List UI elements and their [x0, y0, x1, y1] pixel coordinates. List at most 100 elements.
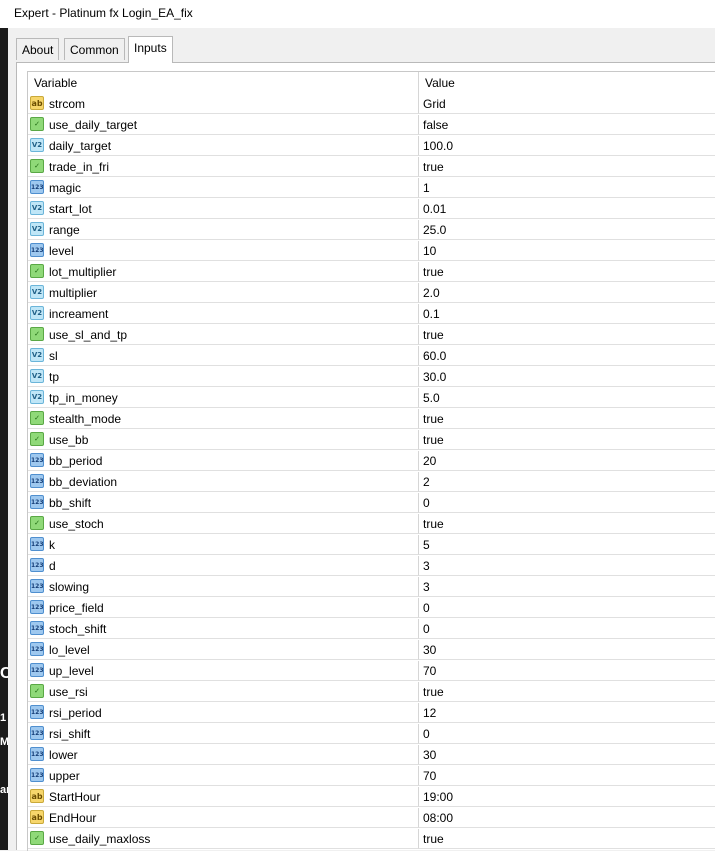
value-cell[interactable]: 25.0	[419, 220, 715, 240]
variable-cell: ✓ use_rsi	[28, 682, 419, 702]
table-row[interactable]: 123 price_field 0	[28, 598, 715, 619]
variable-name: use_stoch	[49, 517, 104, 531]
value-cell[interactable]: 70	[419, 661, 715, 681]
table-row[interactable]: ab strcom Grid	[28, 94, 715, 115]
value-cell[interactable]: true	[419, 157, 715, 177]
table-row[interactable]: 123 bb_period 20	[28, 451, 715, 472]
window-title: Expert - Platinum fx Login_EA_fix	[14, 6, 193, 20]
value-cell[interactable]: 2	[419, 472, 715, 492]
table-row[interactable]: ab StartHour 19:00	[28, 787, 715, 808]
int-type-icon: 123	[30, 243, 44, 257]
table-row[interactable]: 123 level 10	[28, 241, 715, 262]
value-cell[interactable]: 2.0	[419, 283, 715, 303]
variable-name: sl	[49, 349, 58, 363]
column-header-value[interactable]: Value	[419, 72, 715, 94]
variable-cell: ✓ use_bb	[28, 430, 419, 450]
column-header-variable[interactable]: Variable	[28, 72, 419, 94]
table-row[interactable]: 123 lower 30	[28, 745, 715, 766]
value-cell[interactable]: 10	[419, 241, 715, 261]
table-row[interactable]: ✓ use_bb true	[28, 430, 715, 451]
variable-name: increament	[49, 307, 109, 321]
value-cell[interactable]: 0.01	[419, 199, 715, 219]
value-cell[interactable]: true	[419, 682, 715, 702]
table-row[interactable]: V2 multiplier 2.0	[28, 283, 715, 304]
value-cell[interactable]: 30	[419, 745, 715, 765]
table-row[interactable]: ✓ use_daily_maxloss true	[28, 829, 715, 850]
value-cell[interactable]: 70	[419, 766, 715, 786]
table-row[interactable]: V2 tp_in_money 5.0	[28, 388, 715, 409]
table-row[interactable]: 123 rsi_shift 0	[28, 724, 715, 745]
value-cell[interactable]: 3	[419, 556, 715, 576]
value-cell[interactable]: true	[419, 325, 715, 345]
double-type-icon: V2	[30, 369, 44, 383]
table-row[interactable]: 123 up_level 70	[28, 661, 715, 682]
table-row[interactable]: ab EndHour 08:00	[28, 808, 715, 829]
table-row[interactable]: V2 range 25.0	[28, 220, 715, 241]
variable-name: lower	[49, 748, 78, 762]
table-row[interactable]: 123 rsi_period 12	[28, 703, 715, 724]
value-cell[interactable]: 5	[419, 535, 715, 555]
variable-name: slowing	[49, 580, 90, 594]
tab-about[interactable]: About	[16, 38, 60, 60]
table-row[interactable]: ✓ use_rsi true	[28, 682, 715, 703]
value-cell[interactable]: true	[419, 409, 715, 429]
table-row[interactable]: 123 k 5	[28, 535, 715, 556]
value-cell[interactable]: 5.0	[419, 388, 715, 408]
value-cell[interactable]: 100.0	[419, 136, 715, 156]
value-cell[interactable]: 60.0	[419, 346, 715, 366]
value-cell[interactable]: 30.0	[419, 367, 715, 387]
table-row[interactable]: ✓ use_stoch true	[28, 514, 715, 535]
value-cell[interactable]: 0	[419, 493, 715, 513]
table-row[interactable]: 123 lo_level 30	[28, 640, 715, 661]
value-cell[interactable]: 30	[419, 640, 715, 660]
value-cell[interactable]: 3	[419, 577, 715, 597]
variable-name: use_rsi	[49, 685, 88, 699]
value-cell[interactable]: false	[419, 115, 715, 135]
table-row[interactable]: V2 daily_target 100.0	[28, 136, 715, 157]
int-type-icon: 123	[30, 537, 44, 551]
variable-name: bb_period	[49, 454, 103, 468]
table-row[interactable]: 123 stoch_shift 0	[28, 619, 715, 640]
table-row[interactable]: 123 upper 70	[28, 766, 715, 787]
table-row[interactable]: 123 bb_deviation 2	[28, 472, 715, 493]
variable-cell: 123 rsi_period	[28, 703, 419, 723]
table-row[interactable]: ✓ trade_in_fri true	[28, 157, 715, 178]
int-type-icon: 123	[30, 600, 44, 614]
value-cell[interactable]: Grid	[419, 94, 715, 114]
value-cell[interactable]: true	[419, 430, 715, 450]
tab-common[interactable]: Common	[64, 38, 125, 60]
table-row[interactable]: ✓ lot_multiplier true	[28, 262, 715, 283]
table-row[interactable]: V2 increament 0.1	[28, 304, 715, 325]
table-row[interactable]: ✓ use_daily_target false	[28, 115, 715, 136]
value-cell[interactable]: true	[419, 262, 715, 282]
background-window-edge: Re C 1 M ar	[0, 0, 8, 850]
table-row[interactable]: ✓ use_sl_and_tp true	[28, 325, 715, 346]
variable-name: use_sl_and_tp	[49, 328, 128, 342]
value-cell[interactable]: 0	[419, 724, 715, 744]
value-cell[interactable]: true	[419, 514, 715, 534]
value-cell[interactable]: 08:00	[419, 808, 715, 828]
value-cell[interactable]: 1	[419, 178, 715, 198]
table-row[interactable]: V2 start_lot 0.01	[28, 199, 715, 220]
table-row[interactable]: V2 sl 60.0	[28, 346, 715, 367]
variable-cell: ✓ use_stoch	[28, 514, 419, 534]
string-type-icon: ab	[30, 96, 44, 110]
value-cell[interactable]: 20	[419, 451, 715, 471]
value-cell[interactable]: 12	[419, 703, 715, 723]
value-cell[interactable]: 19:00	[419, 787, 715, 807]
value-cell[interactable]: 0.1	[419, 304, 715, 324]
table-row[interactable]: 123 slowing 3	[28, 577, 715, 598]
value-cell[interactable]: 0	[419, 598, 715, 618]
table-row[interactable]: V2 tp 30.0	[28, 367, 715, 388]
table-row[interactable]: 123 magic 1	[28, 178, 715, 199]
variable-cell: V2 range	[28, 220, 419, 240]
value-cell[interactable]: 0	[419, 619, 715, 639]
value-cell[interactable]: true	[419, 829, 715, 849]
table-row[interactable]: 123 d 3	[28, 556, 715, 577]
variable-name: lo_level	[49, 643, 90, 657]
int-type-icon: 123	[30, 705, 44, 719]
string-type-icon: ab	[30, 810, 44, 824]
table-row[interactable]: 123 bb_shift 0	[28, 493, 715, 514]
table-row[interactable]: ✓ stealth_mode true	[28, 409, 715, 430]
tab-inputs[interactable]: Inputs	[128, 36, 173, 63]
